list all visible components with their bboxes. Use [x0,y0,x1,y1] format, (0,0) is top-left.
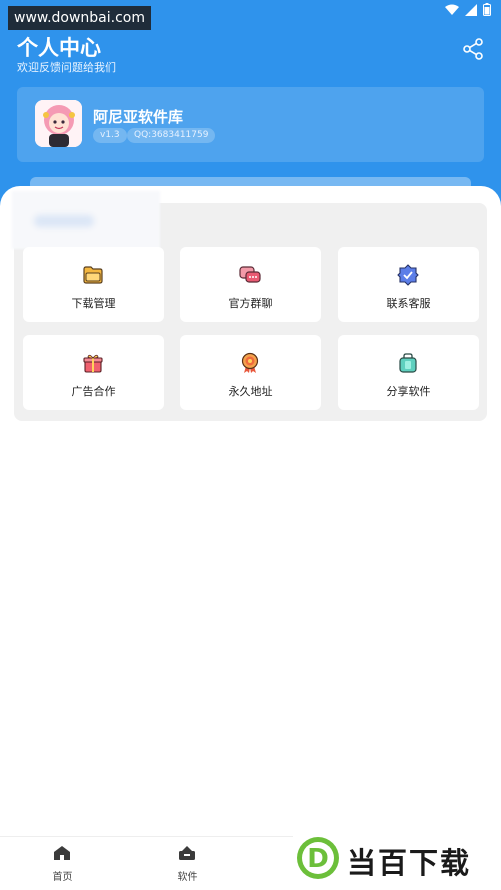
qq-badge: QQ:3683411759 [127,128,216,143]
support-badge-icon [397,264,419,286]
share-icon [463,38,483,60]
app-name: 阿尼亚软件库 [93,108,184,126]
tab-apps[interactable]: 软件 [125,837,250,890]
menu-item-label: 分享软件 [386,385,431,398]
menu-grid: 下载管理 官方群聊 联系客服 广告合作 永久地址 分享软件 [23,247,479,410]
site-watermark: www.downbai.com [8,6,151,30]
signal-icon [465,3,477,16]
bag-icon [399,353,417,373]
menu-item-label: 联系客服 [386,297,431,310]
menu-item-label: 永久地址 [228,385,273,398]
avatar [35,100,82,147]
page-title: 个人中心 [17,36,101,60]
wifi-icon [445,4,459,15]
menu-item-customer-service[interactable]: 联系客服 [338,247,479,322]
downbai-watermark-logo: D 当百下载 [293,832,501,884]
menu-item-permanent-address[interactable]: 永久地址 [180,335,321,410]
menu-item-label: 官方群聊 [228,297,273,310]
medal-icon [241,352,259,373]
menu-item-label: 下载管理 [71,297,116,310]
tab-label: 软件 [177,872,198,883]
folder-icon [83,266,103,284]
app-info-card[interactable]: 阿尼亚软件库 v1.3 QQ:3683411759 [17,87,484,162]
apps-icon [179,846,195,860]
menu-item-ad-cooperation[interactable]: 广告合作 [23,335,164,410]
page-subtitle: 欢迎反馈问题给我们 [17,61,116,74]
home-icon [54,846,70,860]
chat-icon [239,266,261,283]
downbai-logo-text: 当百下载 [347,846,472,880]
menu-item-share-app[interactable]: 分享软件 [338,335,479,410]
menu-item-label: 广告合作 [71,385,116,398]
tab-home[interactable]: 首页 [0,837,125,890]
share-button[interactable] [461,37,485,61]
gift-icon [83,354,103,373]
version-badge: v1.3 [93,128,127,143]
menu-item-official-group[interactable]: 官方群聊 [180,247,321,322]
anime-avatar-image [35,100,82,147]
status-icons [445,3,491,16]
logo-letter: D [307,844,329,874]
menu-item-download-manager[interactable]: 下载管理 [23,247,164,322]
tab-label: 首页 [52,872,73,883]
battery-icon [483,3,491,16]
downbai-logo-icon: D [297,837,339,879]
blurred-section-label [12,191,160,249]
